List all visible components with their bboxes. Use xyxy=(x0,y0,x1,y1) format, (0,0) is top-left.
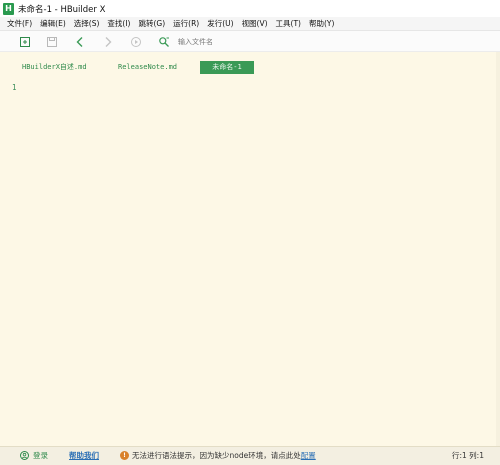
menu-find[interactable]: 查找(I) xyxy=(103,18,134,29)
menu-bar: 文件(F) 编辑(E) 选择(S) 查找(I) 跳转(G) 运行(R) 发行(U… xyxy=(0,17,500,31)
tab-releasenote[interactable]: ReleaseNote.md xyxy=(118,61,177,74)
menu-goto[interactable]: 跳转(G) xyxy=(134,18,169,29)
forward-icon[interactable] xyxy=(101,35,115,49)
configure-link[interactable]: 配置 xyxy=(301,450,316,461)
tab-bar: HBuilderX自述.md ReleaseNote.md 未命名-1 xyxy=(0,61,500,74)
menu-tools[interactable]: 工具(T) xyxy=(272,18,305,29)
menu-select[interactable]: 选择(S) xyxy=(70,18,104,29)
menu-help[interactable]: 帮助(Y) xyxy=(305,18,338,29)
save-icon[interactable] xyxy=(45,35,59,49)
menu-edit[interactable]: 编辑(E) xyxy=(36,18,70,29)
run-icon[interactable] xyxy=(129,35,143,49)
warning-icon: ! xyxy=(120,451,129,460)
window-titlebar: H 未命名-1 - HBuilder X xyxy=(0,0,500,17)
menu-publish[interactable]: 发行(U) xyxy=(203,18,237,29)
tab-untitled-1[interactable]: 未命名-1 xyxy=(200,61,254,74)
help-us-link[interactable]: 帮助我们 xyxy=(69,450,99,461)
new-file-icon[interactable] xyxy=(18,35,32,49)
hbuilder-h-icon: H xyxy=(3,2,14,15)
back-icon[interactable] xyxy=(73,35,87,49)
syntax-warning: ! 无法进行语法提示，因为缺少node环境，请点此处 配置 xyxy=(120,450,316,461)
login-button[interactable]: 登录 xyxy=(20,450,48,461)
user-icon xyxy=(20,451,29,460)
cursor-position: 行:1 列:1 xyxy=(452,451,484,460)
editor-area[interactable]: HBuilderX自述.md ReleaseNote.md 未命名-1 1 xyxy=(0,52,500,446)
menu-file[interactable]: 文件(F) xyxy=(3,18,36,29)
status-bar: 登录 帮助我们 ! 无法进行语法提示，因为缺少node环境，请点此处 配置 行:… xyxy=(0,446,500,465)
login-label: 登录 xyxy=(33,451,48,460)
menu-view[interactable]: 视图(V) xyxy=(238,18,272,29)
vertical-scrollbar[interactable] xyxy=(496,52,500,446)
toolbar xyxy=(0,31,500,52)
line-number: 1 xyxy=(12,83,17,92)
search-file-icon[interactable] xyxy=(157,35,171,49)
warning-text: 无法进行语法提示，因为缺少node环境，请点此处 xyxy=(132,451,301,460)
tab-hbuilderx-readme[interactable]: HBuilderX自述.md xyxy=(22,61,87,74)
menu-run[interactable]: 运行(R) xyxy=(169,18,203,29)
window-title: 未命名-1 - HBuilder X xyxy=(18,4,106,15)
file-search-input[interactable] xyxy=(178,35,328,48)
